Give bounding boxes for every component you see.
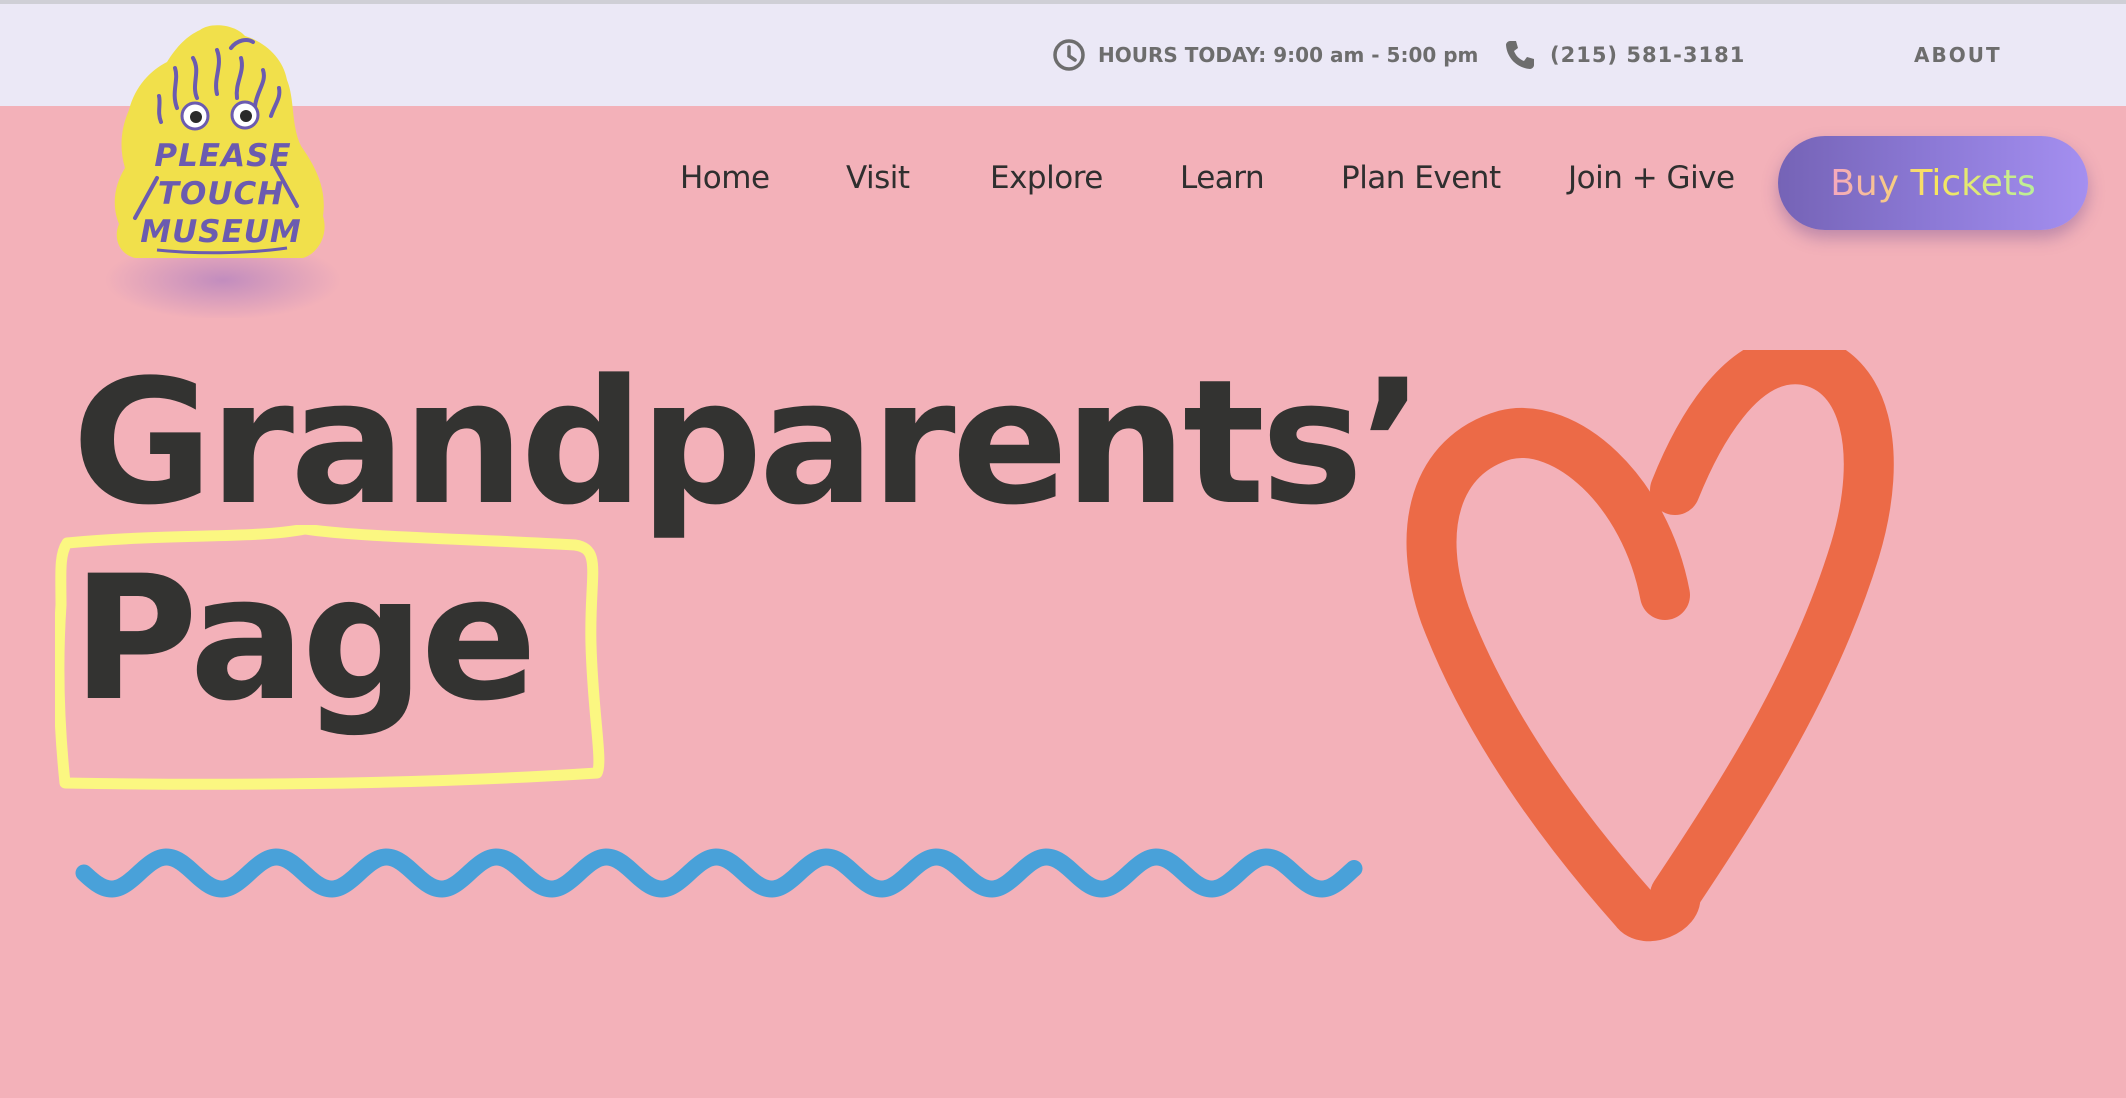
- hero-title-line2: Page: [72, 538, 537, 739]
- hero-title: Grandparents’ Page: [72, 342, 1425, 739]
- about-link[interactable]: ABOUT: [1914, 4, 2002, 106]
- buy-tickets-label: Buy Tickets: [1830, 162, 2036, 204]
- wave-decoration: [75, 848, 1363, 898]
- nav-visit[interactable]: Visit: [846, 160, 910, 196]
- hours-info: HOURS TODAY: 9:00 am - 5:00 pm: [1052, 4, 1478, 106]
- phone-number: (215) 581-3181: [1550, 43, 1746, 67]
- heart-icon: [1406, 350, 1894, 942]
- phone-icon: [1506, 41, 1534, 69]
- hours-text: HOURS TODAY: 9:00 am - 5:00 pm: [1098, 43, 1479, 67]
- nav-learn[interactable]: Learn: [1180, 160, 1265, 196]
- nav-join-give[interactable]: Join + Give: [1568, 160, 1735, 196]
- clock-icon: [1053, 39, 1085, 71]
- buy-tickets-button[interactable]: Buy Tickets: [1778, 136, 2088, 230]
- hero-title-line1: Grandparents’: [72, 342, 1425, 543]
- nav-explore[interactable]: Explore: [990, 160, 1103, 196]
- phone-link[interactable]: (215) 581-3181: [1502, 4, 1745, 106]
- nav-home[interactable]: Home: [680, 160, 770, 196]
- nav-plan-event[interactable]: Plan Event: [1341, 160, 1501, 196]
